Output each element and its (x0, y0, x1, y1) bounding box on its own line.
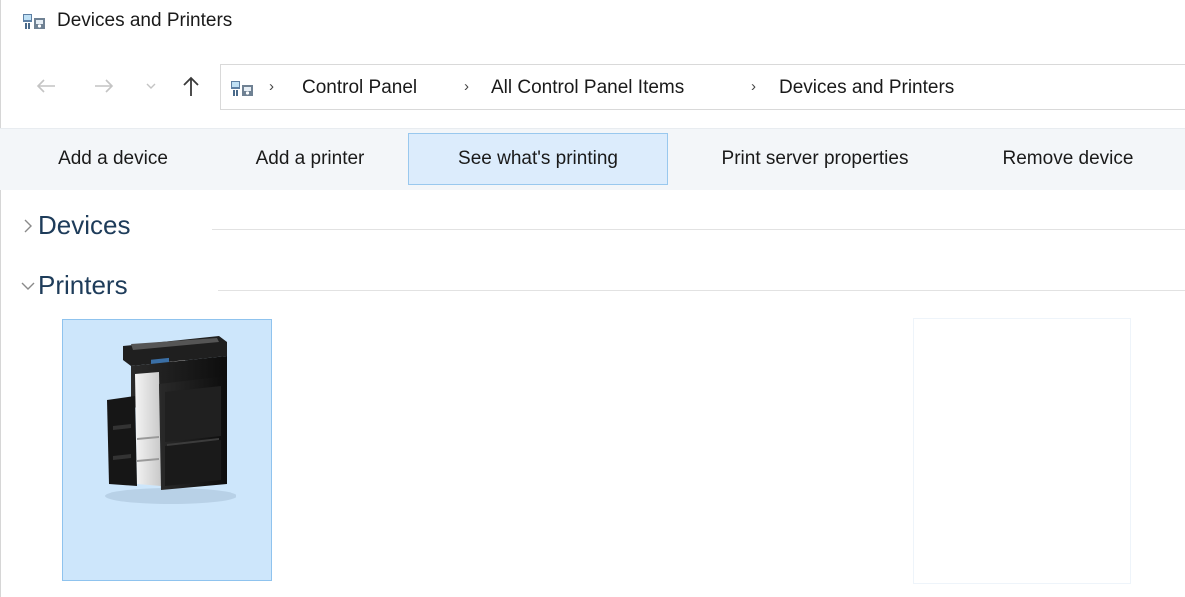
group-divider (218, 290, 1185, 291)
printers-group-header[interactable]: Printers (0, 268, 1185, 308)
chevron-down-icon (146, 83, 156, 89)
devices-and-printers-icon (231, 81, 253, 96)
command-bar: Add a device Add a printer See what's pr… (0, 128, 1185, 190)
chevron-right-icon[interactable] (18, 216, 38, 236)
devices-group-header[interactable]: Devices (0, 208, 1185, 248)
breadcrumb-all-items[interactable]: All Control Panel Items (491, 77, 684, 99)
back-button[interactable] (30, 72, 62, 100)
breadcrumb-separator[interactable]: › (269, 78, 274, 95)
add-device-button[interactable]: Add a device (30, 133, 196, 185)
window-title: Devices and Printers (57, 10, 233, 31)
devices-and-printers-icon (23, 14, 45, 29)
printer-item[interactable] (62, 319, 272, 581)
multifunction-printer-icon (105, 336, 236, 504)
print-server-properties-button[interactable]: Print server properties (682, 133, 948, 185)
title-bar: Devices and Printers (0, 0, 1185, 44)
breadcrumb-separator[interactable]: › (464, 78, 469, 95)
breadcrumb-control-panel[interactable]: Control Panel (302, 77, 417, 99)
up-button[interactable] (176, 72, 206, 100)
up-arrow-icon (183, 76, 199, 96)
breadcrumb-separator[interactable]: › (751, 78, 756, 95)
devices-group-label[interactable]: Devices (38, 210, 130, 241)
address-bar[interactable]: › Control Panel › All Control Panel Item… (220, 64, 1185, 110)
empty-item-outline (913, 318, 1131, 584)
add-printer-button[interactable]: Add a printer (226, 133, 394, 185)
forward-arrow-icon (95, 79, 114, 93)
back-arrow-icon (36, 79, 55, 93)
group-divider (212, 229, 1185, 230)
see-whats-printing-button[interactable]: See what's printing (408, 133, 668, 185)
remove-device-button[interactable]: Remove device (972, 133, 1164, 185)
chevron-down-icon[interactable] (18, 276, 38, 296)
printers-group-label[interactable]: Printers (38, 270, 128, 301)
navigation-bar: › Control Panel › All Control Panel Item… (0, 60, 1185, 110)
recent-locations-button[interactable] (140, 72, 162, 100)
breadcrumb-devices-and-printers[interactable]: Devices and Printers (779, 77, 954, 99)
forward-button[interactable] (88, 72, 120, 100)
